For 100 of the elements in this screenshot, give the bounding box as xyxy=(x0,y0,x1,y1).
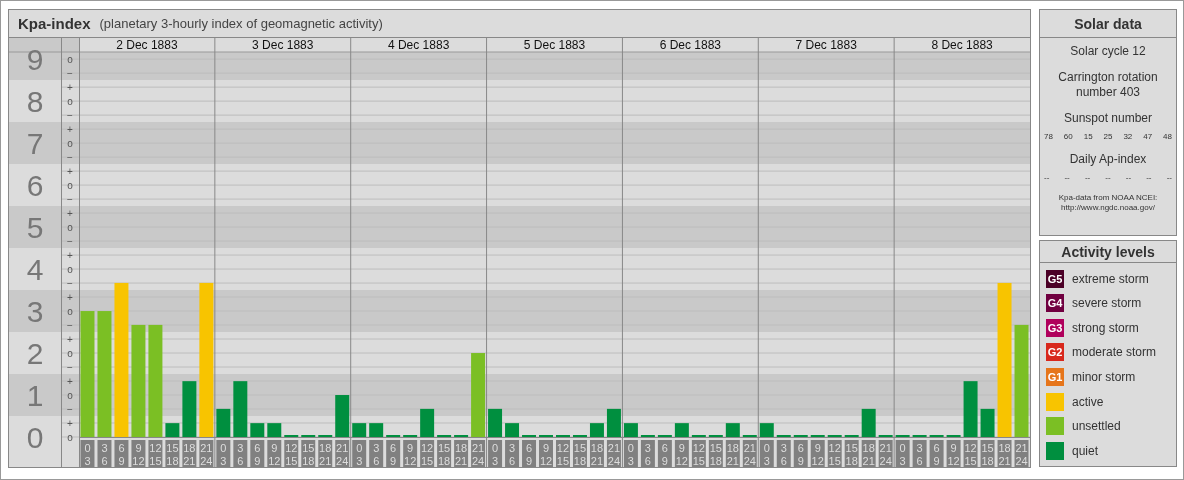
time-range-label: 12 15 xyxy=(284,440,299,467)
x-tick-label: 6 9 xyxy=(254,442,261,467)
kp-bar xyxy=(420,408,435,437)
time-range-label: 12 15 xyxy=(420,440,435,467)
x-tick-label: 6 9 xyxy=(933,442,940,467)
time-range-label: 15 18 xyxy=(573,440,587,467)
kp-axis-label: 4 xyxy=(26,253,44,287)
kp-bar xyxy=(488,408,503,437)
sublevel-mark: + xyxy=(67,123,73,135)
kp-bar xyxy=(725,423,740,437)
storm-level-badge: G1 xyxy=(1046,367,1064,386)
ap-index-value: -- xyxy=(1125,173,1132,182)
time-range-label: 9 12 xyxy=(674,440,689,467)
kp-bar xyxy=(623,423,638,437)
sublevel-mark: + xyxy=(67,291,73,303)
x-tick-label: 6 9 xyxy=(390,442,397,467)
panel-title: Solar data xyxy=(1040,10,1176,38)
kp-bar xyxy=(674,423,689,437)
ap-index-value: -- xyxy=(1084,173,1091,182)
time-range-label: 12 15 xyxy=(148,440,163,467)
time-range-label: 3 6 xyxy=(233,440,248,467)
x-tick-label: 0 3 xyxy=(492,442,499,467)
date-label: 3 Dec 1883 xyxy=(252,38,314,52)
kp-bar xyxy=(606,408,621,437)
sublevel-mark: − xyxy=(67,403,73,415)
time-range-label: 15 18 xyxy=(708,440,723,467)
time-range-label: 18 21 xyxy=(182,440,197,467)
x-tick-label: 6 9 xyxy=(661,442,668,467)
x-tick-label: 0 3 xyxy=(899,442,906,467)
x-tick-label: 3 6 xyxy=(508,442,516,467)
time-range-label: 0 3 xyxy=(80,440,95,467)
legend-label: quiet xyxy=(1072,443,1099,458)
kp-bar xyxy=(233,381,248,437)
time-range-label: 3 6 xyxy=(369,440,384,467)
time-range-label: 15 18 xyxy=(437,440,452,467)
kp-bar xyxy=(250,423,265,437)
time-range-label: 3 6 xyxy=(776,440,791,467)
solar-info-text: Carrington rotation number 403 xyxy=(1057,70,1159,100)
time-range-label: 9 12 xyxy=(539,440,553,467)
time-range-label: 12 15 xyxy=(963,440,978,467)
legend-label: extreme storm xyxy=(1072,271,1149,286)
time-range-label: 0 3 xyxy=(216,440,231,467)
date-label: 5 Dec 1883 xyxy=(523,38,586,52)
panel-title: Activity levels xyxy=(1040,241,1176,264)
legend-label: unsettled xyxy=(1072,419,1121,434)
time-range-label: 0 3 xyxy=(759,440,774,467)
panel-subtitle: (planetary 3-hourly index of geomagnetic activity) xyxy=(99,16,383,31)
legend-label: moderate storm xyxy=(1072,345,1157,360)
sublevel-mark: + xyxy=(67,81,73,93)
panel-title: Kpa-index xyxy=(18,15,91,32)
time-range-label: 21 24 xyxy=(606,440,621,467)
ap-index-value: -- xyxy=(1064,173,1070,182)
kp-axis-label: 5 xyxy=(26,211,44,245)
kp-bar xyxy=(165,423,180,437)
time-range-label: 15 18 xyxy=(165,440,180,467)
kp-axis-label: 6 xyxy=(26,169,44,203)
kp-bar xyxy=(759,423,774,437)
sublevel-mark: + xyxy=(67,375,73,387)
x-tick-label: 3 6 xyxy=(644,442,651,467)
sunspot-label: Sunspot number xyxy=(1063,111,1153,126)
time-range-label: 12 15 xyxy=(556,440,570,467)
sublevel-mark: o xyxy=(67,431,73,443)
sublevel-mark: − xyxy=(67,319,73,331)
time-range-label: 9 12 xyxy=(267,440,282,467)
x-tick-label: 0 3 xyxy=(627,442,634,467)
x-tick-label: 3 6 xyxy=(237,442,244,467)
date-label: 8 Dec 1883 xyxy=(931,38,993,52)
time-range-label: 21 24 xyxy=(878,440,893,467)
time-range-label: 15 18 xyxy=(301,440,316,467)
time-range-label: 6 9 xyxy=(114,440,129,467)
x-tick-label: 0 3 xyxy=(763,442,770,467)
kp-bar xyxy=(369,423,384,437)
time-range-label: 18 21 xyxy=(318,440,333,467)
x-tick-label: 3 6 xyxy=(780,442,787,467)
time-range-label: 3 6 xyxy=(505,440,520,467)
legend-label: severe storm xyxy=(1072,296,1142,311)
kp-bar xyxy=(267,423,282,437)
time-range-label: 6 9 xyxy=(522,440,536,467)
time-range-label: 0 3 xyxy=(352,440,367,467)
x-tick-label: 0 3 xyxy=(356,442,363,467)
kp-bar xyxy=(216,408,231,437)
x-tick-label: 6 9 xyxy=(118,442,125,467)
kp-bar xyxy=(861,408,876,437)
x-tick-label: 3 6 xyxy=(916,442,923,467)
sunspot-value: 78 xyxy=(1044,132,1053,141)
kp-axis-label: 1 xyxy=(26,379,44,412)
storm-level-badge: G5 xyxy=(1046,269,1064,288)
kp-bar xyxy=(963,381,978,437)
sublevel-mark: o xyxy=(67,263,73,275)
sublevel-mark: + xyxy=(67,417,73,429)
time-range-label: 9 12 xyxy=(946,440,961,467)
solar-info-text: Solar cycle 12 xyxy=(1070,44,1146,59)
time-range-label: 18 21 xyxy=(997,440,1012,467)
sublevel-mark: o xyxy=(67,53,73,65)
time-range-label: 18 21 xyxy=(725,440,740,467)
sunspot-value: 60 xyxy=(1063,132,1073,141)
kp-axis-label: 2 xyxy=(26,337,44,371)
sublevel-mark: o xyxy=(67,221,73,233)
legend-label: minor storm xyxy=(1072,369,1136,384)
time-range-label: 3 6 xyxy=(640,440,655,467)
